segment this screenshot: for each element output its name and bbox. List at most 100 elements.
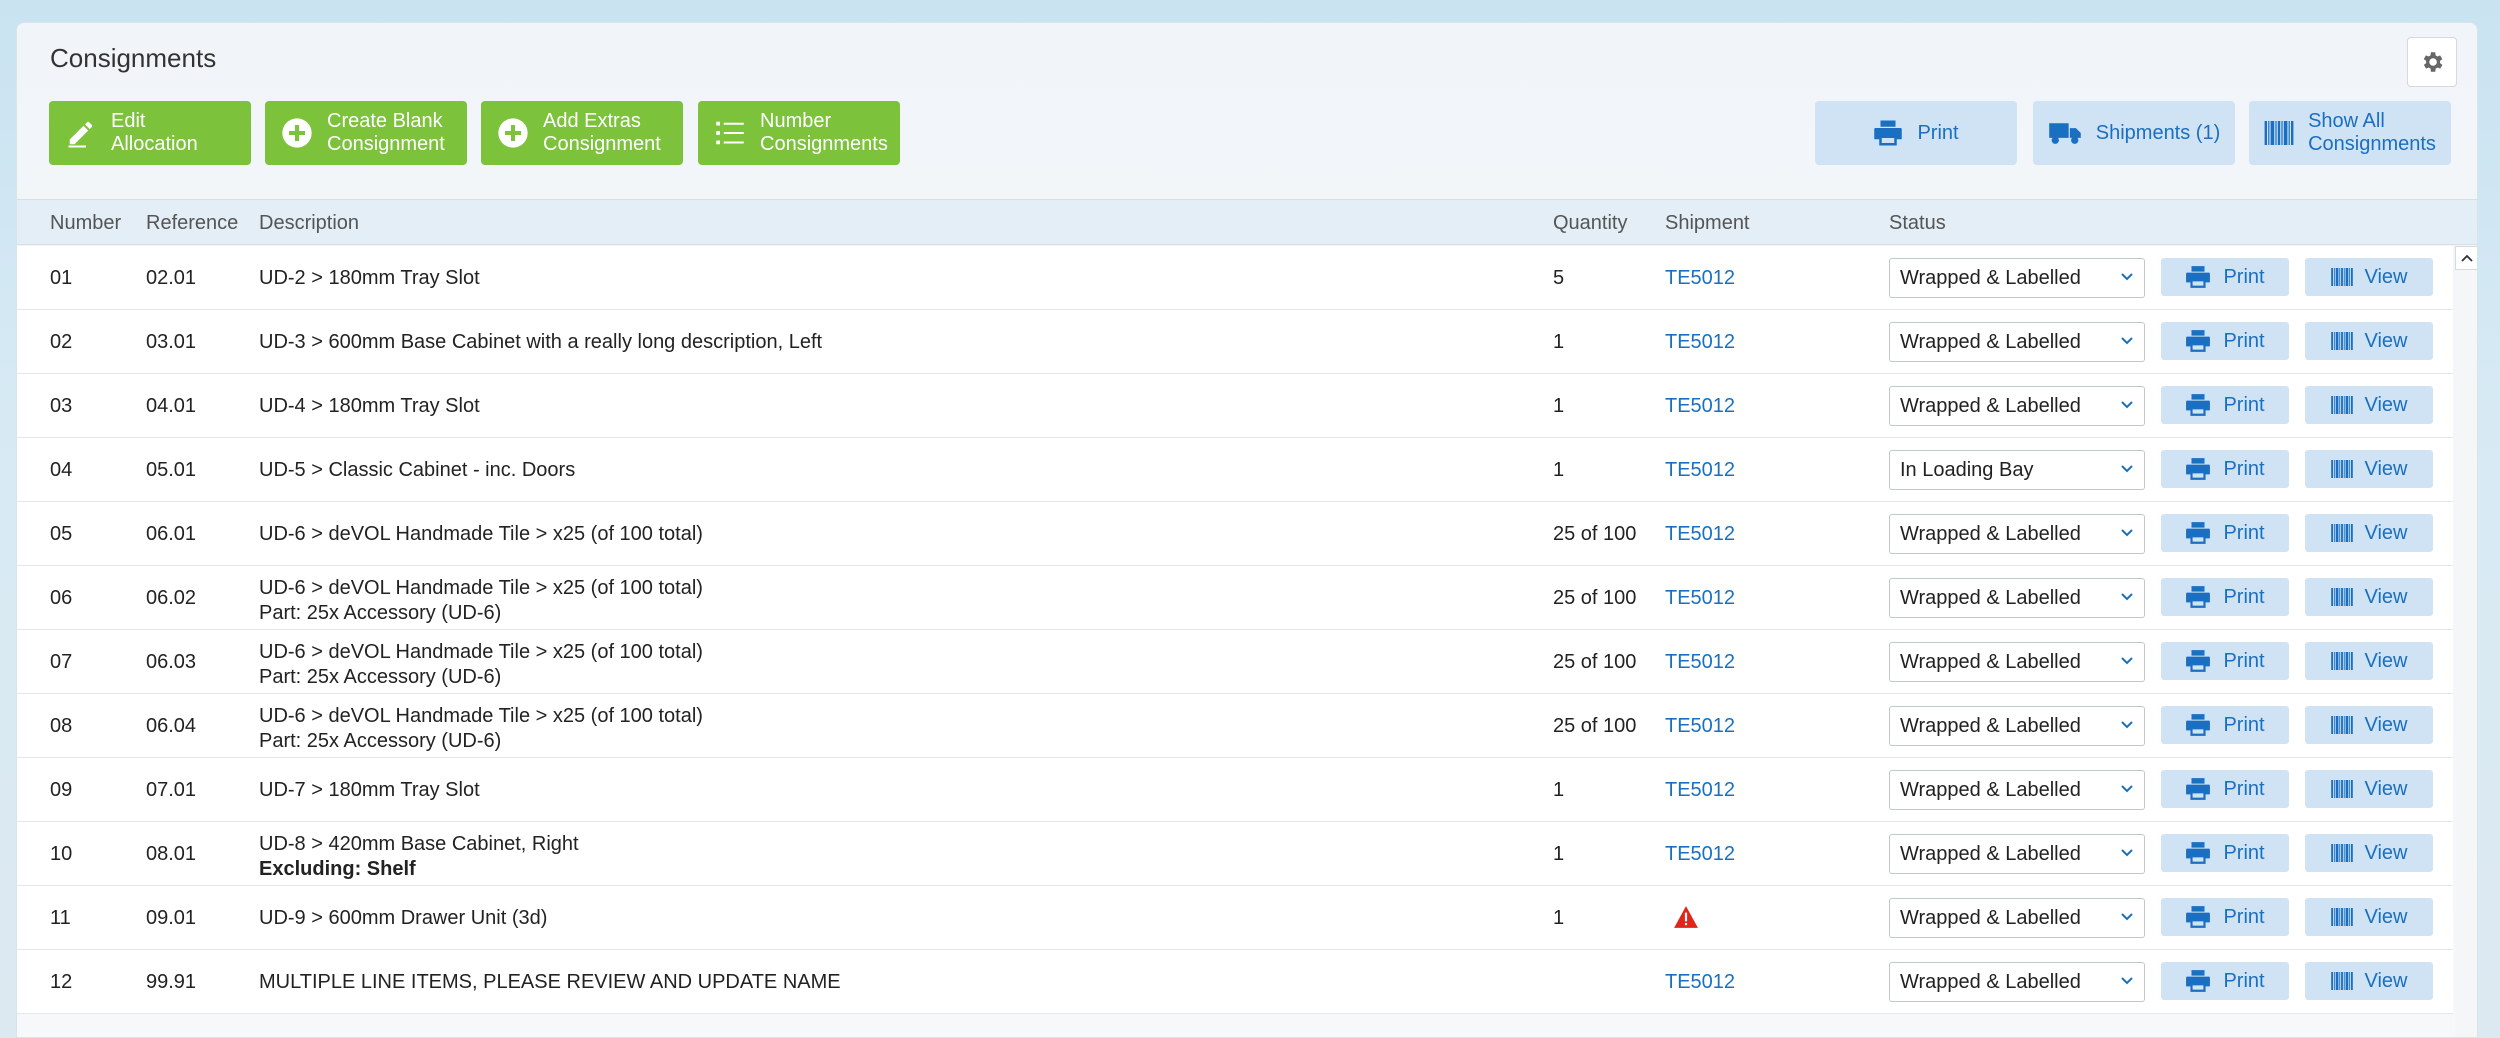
row-print-button[interactable]: Print xyxy=(2161,450,2289,488)
shipment-link[interactable]: TE5012 xyxy=(1665,395,1735,418)
row-view-button[interactable]: View xyxy=(2305,962,2433,1000)
add-extras-consignment-button[interactable]: Add Extras Consignment xyxy=(481,101,683,165)
row-number: 03 xyxy=(50,395,73,417)
table-row: 05 06.01 UD-6 > deVOL Handmade Tile > x2… xyxy=(17,502,2453,566)
shipment-link[interactable]: TE5012 xyxy=(1665,523,1735,546)
row-view-button[interactable]: View xyxy=(2305,386,2433,424)
chevron-down-icon xyxy=(2121,849,2133,857)
table-row: 12 99.91 MULTIPLE LINE ITEMS, PLEASE REV… xyxy=(17,950,2453,1014)
status-value: Wrapped & Labelled xyxy=(1900,523,2081,545)
status-select[interactable]: In Loading Bay xyxy=(1889,450,2145,490)
shipment-link[interactable]: TE5012 xyxy=(1665,459,1735,482)
row-print-button[interactable]: Print xyxy=(2161,706,2289,744)
scroll-up-button[interactable] xyxy=(2455,246,2477,270)
row-print-button[interactable]: Print xyxy=(2161,386,2289,424)
truck-icon xyxy=(2048,120,2082,146)
row-quantity: 1 xyxy=(1553,395,1565,417)
shipment-link[interactable]: TE5012 xyxy=(1665,843,1735,866)
row-view-button[interactable]: View xyxy=(2305,258,2433,296)
row-print-button[interactable]: Print xyxy=(2161,322,2289,360)
row-view-button[interactable]: View xyxy=(2305,898,2433,936)
row-number: 05 xyxy=(50,523,73,545)
warning-icon[interactable] xyxy=(1673,905,1699,935)
row-view-button[interactable]: View xyxy=(2305,578,2433,616)
edit-allocation-button[interactable]: Edit Allocation xyxy=(49,101,251,165)
status-select[interactable]: Wrapped & Labelled xyxy=(1889,898,2145,938)
page-title: Consignments xyxy=(50,43,217,73)
row-quantity: 5 xyxy=(1553,267,1565,289)
status-select[interactable]: Wrapped & Labelled xyxy=(1889,642,2145,682)
status-select[interactable]: Wrapped & Labelled xyxy=(1889,834,2145,874)
col-reference: Reference xyxy=(146,212,239,234)
row-reference: 06.03 xyxy=(146,651,197,673)
row-view-button[interactable]: View xyxy=(2305,322,2433,360)
row-description: UD-9 > 600mm Drawer Unit (3d) xyxy=(259,907,547,930)
number-consignments-button[interactable]: Number Consignments xyxy=(698,101,900,165)
row-print-button[interactable]: Print xyxy=(2161,834,2289,872)
table-row: 06 06.02 UD-6 > deVOL Handmade Tile > x2… xyxy=(17,566,2453,630)
status-value: Wrapped & Labelled xyxy=(1900,651,2081,673)
row-print-button[interactable]: Print xyxy=(2161,962,2289,1000)
row-view-button[interactable]: View xyxy=(2305,450,2433,488)
scrollbar[interactable] xyxy=(2455,270,2477,1037)
row-quantity: 1 xyxy=(1553,843,1565,865)
shipment-link[interactable]: TE5012 xyxy=(1665,971,1735,994)
barcode-icon xyxy=(2330,908,2353,926)
barcode-icon xyxy=(2264,121,2294,145)
row-quantity: 1 xyxy=(1553,459,1565,481)
table-row: 03 04.01 UD-4 > 180mm Tray Slot 1 TE5012… xyxy=(17,374,2453,438)
shipment-link[interactable]: TE5012 xyxy=(1665,715,1735,738)
status-select[interactable]: Wrapped & Labelled xyxy=(1889,386,2145,426)
row-print-button[interactable]: Print xyxy=(2161,898,2289,936)
create-blank-consignment-button[interactable]: Create Blank Consignment xyxy=(265,101,467,165)
description-line: UD-3 > 600mm Base Cabinet with a really … xyxy=(259,331,823,353)
row-view-button[interactable]: View xyxy=(2305,706,2433,744)
settings-button[interactable] xyxy=(2407,37,2457,87)
status-select[interactable]: Wrapped & Labelled xyxy=(1889,770,2145,810)
show-all-consignments-button[interactable]: Show All Consignments xyxy=(2249,101,2451,165)
row-view-button[interactable]: View xyxy=(2305,642,2433,680)
description-line: UD-8 > 420mm Base Cabinet, Right xyxy=(259,833,579,855)
status-select[interactable]: Wrapped & Labelled xyxy=(1889,258,2145,298)
row-print-button[interactable]: Print xyxy=(2161,258,2289,296)
status-value: Wrapped & Labelled xyxy=(1900,779,2081,801)
status-value: Wrapped & Labelled xyxy=(1900,843,2081,865)
row-number: 11 xyxy=(50,907,71,929)
status-select[interactable]: Wrapped & Labelled xyxy=(1889,514,2145,554)
shipments-button[interactable]: Shipments (1) xyxy=(2033,101,2235,165)
description-line: UD-9 > 600mm Drawer Unit (3d) xyxy=(259,907,548,929)
printer-icon xyxy=(1873,119,1903,147)
shipment-link[interactable]: TE5012 xyxy=(1665,651,1735,674)
row-print-button[interactable]: Print xyxy=(2161,514,2289,552)
row-description: UD-7 > 180mm Tray Slot xyxy=(259,779,480,802)
row-number: 02 xyxy=(50,331,73,353)
status-select[interactable]: Wrapped & Labelled xyxy=(1889,322,2145,362)
status-value: Wrapped & Labelled xyxy=(1900,715,2081,737)
status-select[interactable]: Wrapped & Labelled xyxy=(1889,578,2145,618)
description-line: UD-6 > deVOL Handmade Tile > x25 (of 100… xyxy=(259,577,703,599)
shipment-link[interactable]: TE5012 xyxy=(1665,587,1735,610)
row-quantity: 1 xyxy=(1553,907,1565,929)
row-print-button[interactable]: Print xyxy=(2161,770,2289,808)
shipment-link[interactable]: TE5012 xyxy=(1665,267,1735,290)
row-print-button[interactable]: Print xyxy=(2161,642,2289,680)
description-line: UD-6 > deVOL Handmade Tile > x25 (of 100… xyxy=(259,705,703,727)
part-note: Part: 25x Accessory (UD-6) xyxy=(259,730,502,752)
description-line: UD-7 > 180mm Tray Slot xyxy=(259,779,480,801)
status-select[interactable]: Wrapped & Labelled xyxy=(1889,706,2145,746)
row-view-button[interactable]: View xyxy=(2305,834,2433,872)
status-select[interactable]: Wrapped & Labelled xyxy=(1889,962,2145,1002)
row-view-button[interactable]: View xyxy=(2305,514,2433,552)
row-reference: 03.01 xyxy=(146,331,197,353)
shipment-link[interactable]: TE5012 xyxy=(1665,779,1735,802)
barcode-icon xyxy=(2330,972,2353,990)
printer-icon xyxy=(2185,585,2211,609)
shipment-link[interactable]: TE5012 xyxy=(1665,331,1735,354)
pencil-icon xyxy=(65,117,97,149)
row-print-button[interactable]: Print xyxy=(2161,578,2289,616)
table-row: 10 08.01 UD-8 > 420mm Base Cabinet, Righ… xyxy=(17,822,2453,886)
row-view-button[interactable]: View xyxy=(2305,770,2433,808)
description-line: UD-4 > 180mm Tray Slot xyxy=(259,395,480,417)
row-description: UD-3 > 600mm Base Cabinet with a really … xyxy=(259,331,822,354)
print-all-button[interactable]: Print xyxy=(1815,101,2017,165)
